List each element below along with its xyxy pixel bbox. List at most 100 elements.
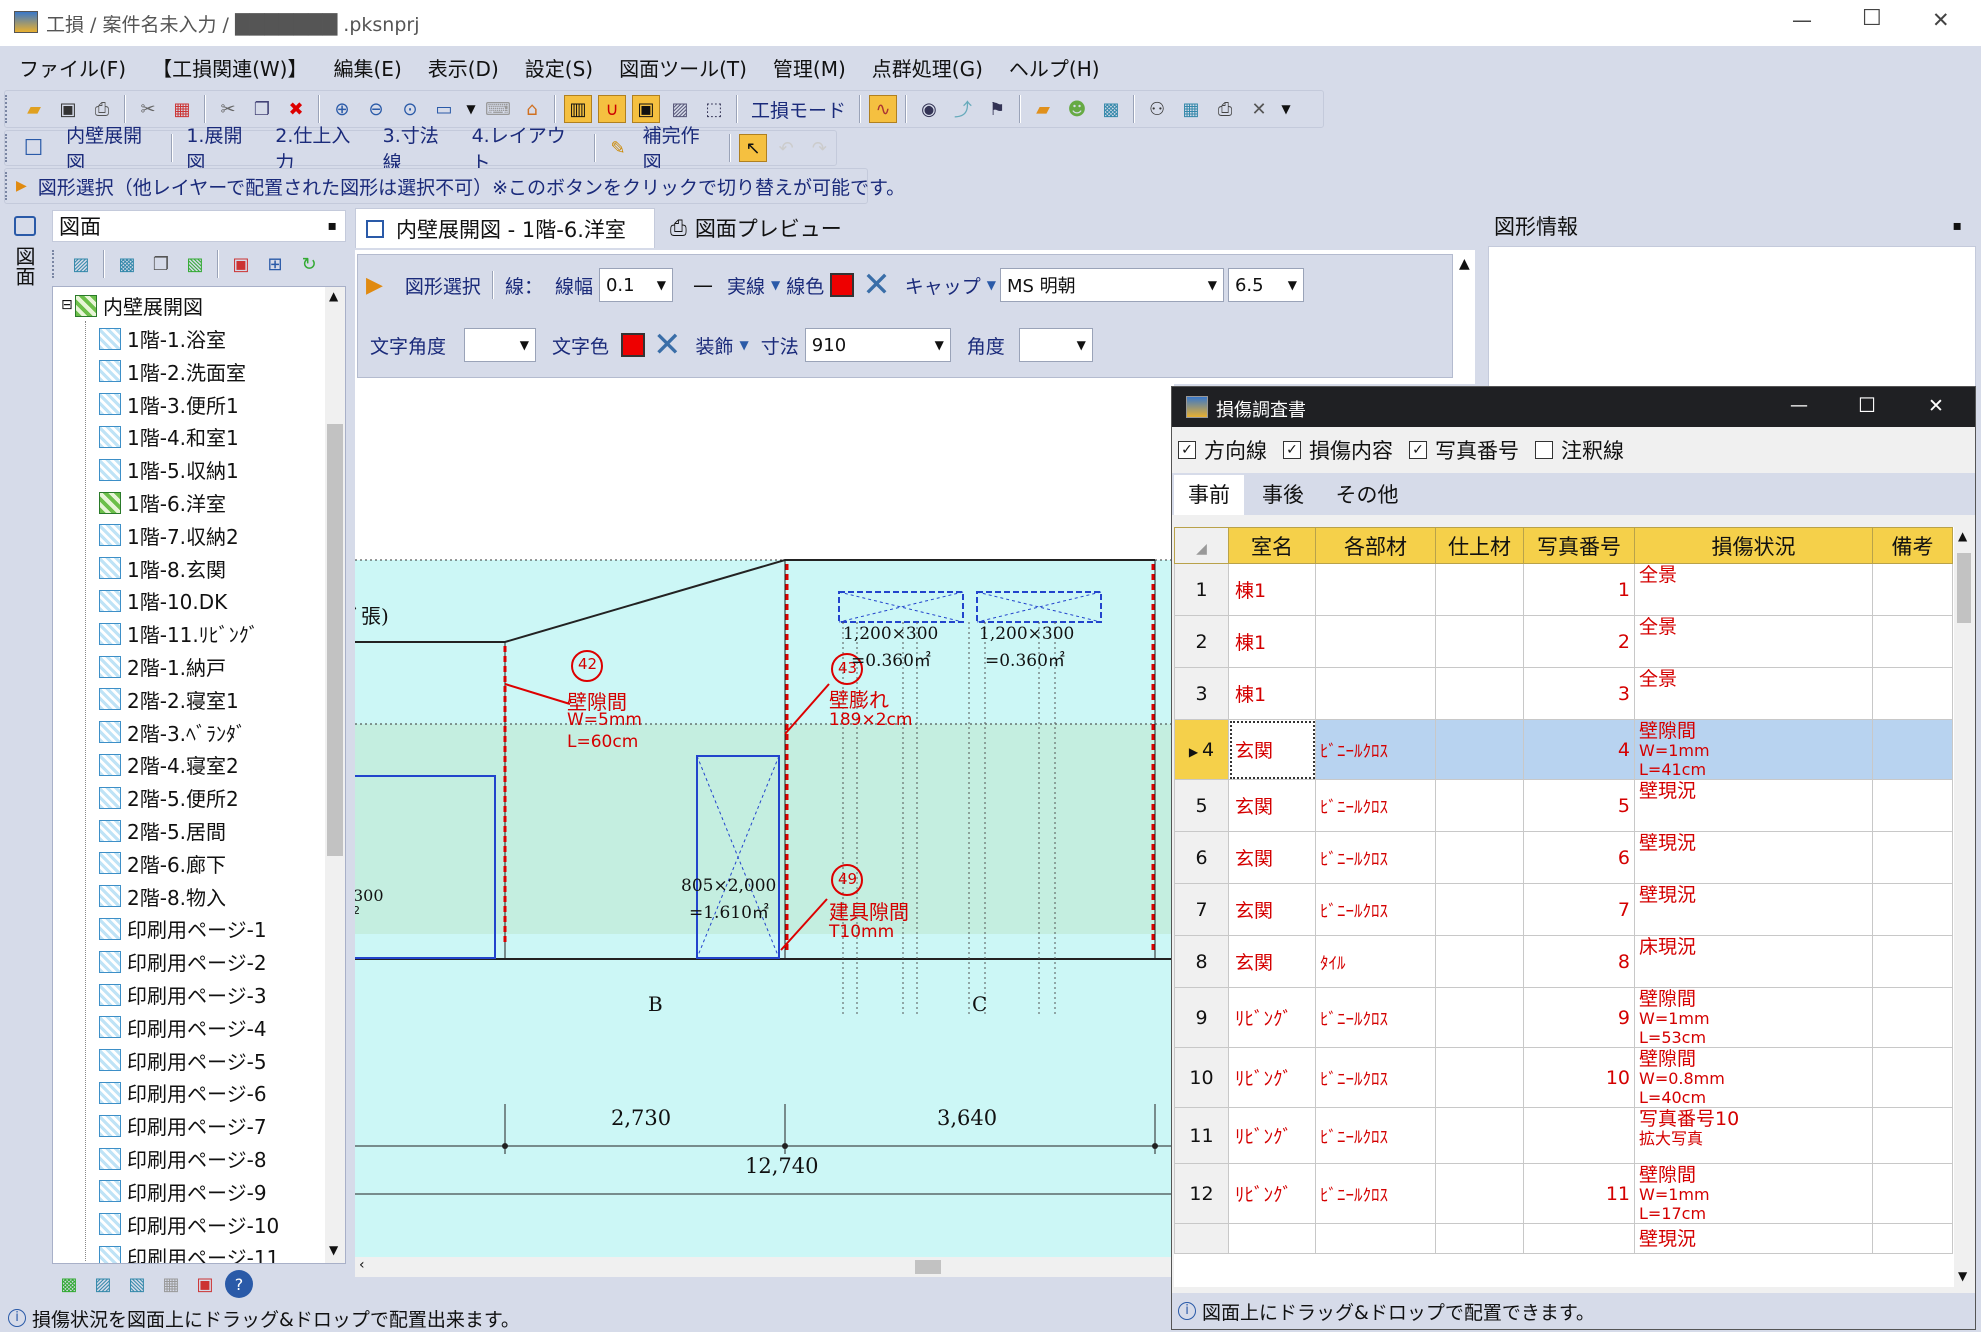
tree-item[interactable]: 2階-8.物入 xyxy=(99,880,226,913)
reload-icon[interactable]: ↻ xyxy=(295,250,323,278)
print-icon[interactable]: ⎙ xyxy=(88,95,116,123)
table-row[interactable]: 9 ﾘﾋﾞﾝｸﾞ ﾋﾞﾆｰﾙｸﾛｽ 9 壁隙間 W=1mm L=53cm xyxy=(1174,987,1953,1048)
row-header[interactable]: 7 xyxy=(1174,883,1229,936)
table-row[interactable]: 5 玄関 ﾋﾞﾆｰﾙｸﾛｽ 5 壁現況 xyxy=(1174,779,1953,832)
cell-room[interactable]: ﾘﾋﾞﾝｸﾞ xyxy=(1228,1163,1316,1224)
angle-select[interactable]: ▼ xyxy=(1018,328,1093,362)
cell-part[interactable]: ﾋﾞﾆｰﾙｸﾛｽ xyxy=(1315,1047,1436,1108)
row-header[interactable]: 2 xyxy=(1174,615,1229,668)
cell-finish[interactable] xyxy=(1435,1163,1524,1224)
binoculars-icon[interactable]: ⚇ xyxy=(1143,95,1171,123)
layer-green-icon[interactable]: ▩ xyxy=(55,1270,83,1298)
text-angle-select[interactable]: ▼ xyxy=(464,328,537,362)
table-row[interactable]: 1 棟1 1 全景 xyxy=(1174,563,1953,616)
cell-room[interactable]: 棟1 xyxy=(1228,615,1316,668)
doc-tab-drawing[interactable]: 内壁展開図 - 1階-6.洋室 xyxy=(355,208,655,248)
cell-photo[interactable] xyxy=(1523,1107,1635,1164)
save-icon[interactable]: ▣ xyxy=(54,95,82,123)
copy-icon[interactable]: ❐ xyxy=(248,95,276,123)
step3-tab[interactable]: 3.寸法線 xyxy=(375,121,464,175)
menu-pointcloud[interactable]: 点群処理(G) xyxy=(859,53,996,82)
delete-icon[interactable]: ✖ xyxy=(282,95,310,123)
cell-notes[interactable] xyxy=(1872,563,1953,616)
naiheki-tab[interactable]: 内壁展開図 xyxy=(50,121,166,175)
menu-edit[interactable]: 編集(E) xyxy=(321,53,415,82)
cell-room[interactable] xyxy=(1228,1223,1316,1254)
cell-room[interactable]: 玄関 xyxy=(1228,935,1316,988)
tree-item[interactable]: 印刷用ページ-7 xyxy=(99,1109,267,1142)
koson-mode-label[interactable]: 工損モード xyxy=(743,96,854,123)
page-frame-icon[interactable]: ☐ xyxy=(20,134,47,162)
scroll-thumb[interactable] xyxy=(1957,553,1971,623)
dropdown-icon[interactable]: ▼ xyxy=(987,278,996,292)
cell-notes[interactable] xyxy=(1872,831,1953,884)
cell-photo[interactable]: 1 xyxy=(1523,563,1635,616)
cell-damage[interactable]: 壁隙間 W=1mm L=41cm xyxy=(1634,719,1873,780)
tree-item[interactable]: 1階-2.洗面室 xyxy=(99,355,246,388)
cell-damage[interactable]: 全景 xyxy=(1634,615,1873,668)
minimize-button[interactable]: — xyxy=(1792,8,1812,32)
scroll-left-icon[interactable]: ‹ xyxy=(359,1257,365,1273)
tree-item[interactable]: 2階-5.便所2 xyxy=(99,781,239,814)
cell-room[interactable]: ﾘﾋﾞﾝｸﾞ xyxy=(1228,987,1316,1048)
cell-room[interactable]: 玄関 xyxy=(1228,883,1316,936)
cell-room[interactable]: 棟1 xyxy=(1228,563,1316,616)
dropdown-icon[interactable]: ▼ xyxy=(464,95,478,123)
check-damage[interactable]: ✓ 損傷内容 xyxy=(1283,435,1393,465)
cut-icon[interactable]: ✂ xyxy=(214,95,242,123)
cell-finish[interactable] xyxy=(1435,667,1524,720)
table-row[interactable]: 2 棟1 2 全景 xyxy=(1174,615,1953,668)
scroll-down-icon[interactable]: ▼ xyxy=(329,1243,338,1257)
grid-icon[interactable]: ⊞ xyxy=(261,250,289,278)
cell-room[interactable]: 玄関 xyxy=(1228,779,1316,832)
tab-after[interactable]: 事後 xyxy=(1248,475,1318,515)
tree-item[interactable]: 1階-8.玄関 xyxy=(99,552,226,585)
dialog-maximize-button[interactable]: ☐ xyxy=(1858,393,1876,417)
properties-scroll-up-icon[interactable]: ▲ xyxy=(1459,256,1470,272)
tree-item[interactable]: 印刷用ページ-8 xyxy=(99,1142,267,1175)
font-size-select[interactable]: 6.5 ▼ xyxy=(1227,268,1304,302)
cell-damage[interactable]: 壁現況 xyxy=(1634,1223,1873,1254)
cell-notes[interactable] xyxy=(1872,779,1953,832)
dropdown-icon[interactable]: ▼ xyxy=(740,338,749,352)
cell-photo[interactable] xyxy=(1523,1223,1635,1254)
cell-finish[interactable] xyxy=(1435,615,1524,668)
cell-photo[interactable]: 4 xyxy=(1523,719,1635,780)
zoom-in-icon[interactable]: ⊕ xyxy=(328,95,356,123)
cell-damage[interactable]: 床現況 xyxy=(1634,935,1873,988)
palette-icon[interactable]: ▦ xyxy=(168,95,196,123)
drawing-canvas[interactable]: ﾞ張) 42 壁隙間 W=5mm L=60cm 43 壁膨れ 189×2cm 4… xyxy=(355,384,1174,1277)
layer-blue-icon[interactable]: ▨ xyxy=(89,1270,117,1298)
line-type-label[interactable]: 実線 xyxy=(721,272,771,299)
table-row[interactable]: 12 ﾘﾋﾞﾝｸﾞ ﾋﾞﾆｰﾙｸﾛｽ 11 壁隙間 W=1mm L=17cm xyxy=(1174,1163,1953,1224)
user-icon[interactable]: ☻ xyxy=(1063,95,1091,123)
table-row[interactable]: 11 ﾘﾋﾞﾝｸﾞ ﾋﾞﾆｰﾙｸﾛｽ 写真番号10 拡大写真 xyxy=(1174,1107,1953,1164)
help-icon[interactable]: ? xyxy=(225,1270,253,1298)
row-header[interactable]: 5 xyxy=(1174,779,1229,832)
cell-part[interactable] xyxy=(1315,1223,1436,1254)
redo-icon[interactable]: ↷ xyxy=(806,134,833,162)
cell-room[interactable]: 玄関 xyxy=(1228,719,1316,780)
zoom-fit-icon[interactable]: ⊙ xyxy=(396,95,424,123)
line-width-select[interactable]: 0.1 ▼ xyxy=(598,268,673,302)
cell-photo[interactable]: 3 xyxy=(1523,667,1635,720)
step2-tab[interactable]: 2.仕上入力 xyxy=(267,121,374,175)
cell-damage[interactable]: 壁隙間 W=1mm L=17cm xyxy=(1634,1163,1873,1224)
cell-photo[interactable]: 11 xyxy=(1523,1163,1635,1224)
cell-finish[interactable] xyxy=(1435,831,1524,884)
decoration-label[interactable]: 装飾 xyxy=(690,332,740,359)
cell-notes[interactable] xyxy=(1872,719,1953,780)
dialog-close-button[interactable]: ✕ xyxy=(1928,395,1944,417)
select-arrow-icon[interactable]: ▶ xyxy=(366,273,383,298)
menu-view[interactable]: 表示(D) xyxy=(415,53,512,82)
menu-settings[interactable]: 設定(S) xyxy=(512,53,606,82)
horizontal-scrollbar[interactable]: ‹ xyxy=(355,1257,1174,1277)
camera-icon[interactable]: ◉ xyxy=(915,95,943,123)
tree-item[interactable]: 1階-4.和室1 xyxy=(99,420,239,453)
cell-notes[interactable] xyxy=(1872,935,1953,988)
cell-part[interactable] xyxy=(1315,667,1436,720)
cell-photo[interactable]: 5 xyxy=(1523,779,1635,832)
check-photo[interactable]: ✓ 写真番号 xyxy=(1409,435,1519,465)
dialog-minimize-button[interactable]: — xyxy=(1790,395,1808,416)
tree-item[interactable]: 2階-3.ﾍﾞﾗﾝﾀﾞ xyxy=(99,716,246,749)
